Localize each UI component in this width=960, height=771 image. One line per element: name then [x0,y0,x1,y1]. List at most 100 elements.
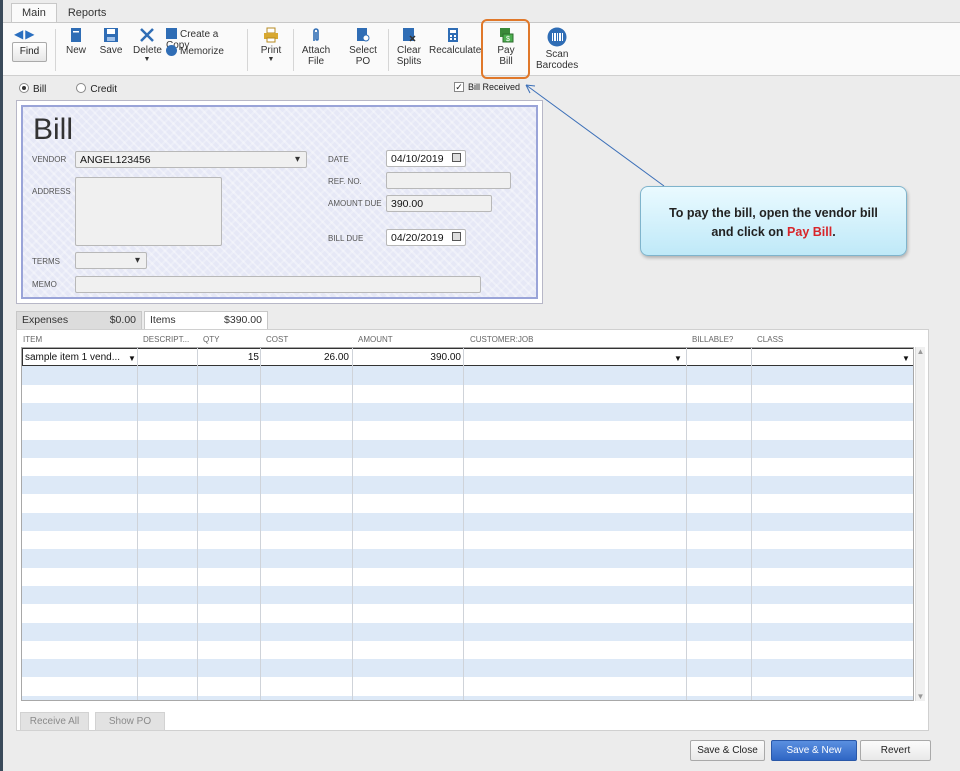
scroll-up-icon[interactable]: ▲ [916,347,925,356]
scan-barcodes-button[interactable]: Scan Barcodes [536,27,578,71]
col-cost[interactable]: COST [266,335,288,344]
col-amount[interactable]: AMOUNT [358,335,393,344]
items-grid-panel: ITEM DESCRIPT... QTY COST AMOUNT CUSTOME… [16,329,929,731]
table-row[interactable] [22,494,913,513]
tab-main[interactable]: Main [11,3,57,23]
pay-bill-button[interactable]: $ Pay Bill [493,27,519,67]
print-button[interactable]: Print ▼ [258,27,284,63]
bill-received-checkbox[interactable]: ✓ Bill Received [454,82,520,92]
memorize-button[interactable]: Memorize [166,45,236,57]
clear-splits-button[interactable]: Clear Splits [396,27,422,67]
calendar-icon[interactable] [452,153,461,162]
date-label: DATE [328,155,349,164]
ref-no-label: REF. NO. [328,177,362,186]
find-button[interactable]: Find [12,42,47,62]
table-row[interactable] [22,695,913,700]
recalculate-label: Recalculate [429,45,482,56]
table-row[interactable] [22,604,913,623]
table-row[interactable] [22,659,913,678]
bill-form-panel: Bill VENDOR ANGEL123456 ADDRESS TERMS ME… [21,105,538,299]
col-item[interactable]: ITEM [23,335,42,344]
col-description[interactable]: DESCRIPT... [143,335,189,344]
save-new-button[interactable]: Save & New [771,740,857,761]
tab-expenses[interactable]: Expenses $0.00 [16,311,142,329]
grid-scrollbar[interactable]: ▲ ▼ [915,347,925,701]
clear-label: Clear [397,45,421,56]
radio-credit-indicator[interactable] [76,83,87,93]
table-row[interactable] [22,366,913,385]
customer-job-dropdown-icon[interactable]: ▼ [674,354,682,363]
col-class[interactable]: CLASS [757,335,783,344]
svg-text:$: $ [506,36,510,43]
callout-text-c: . [832,225,836,239]
calendar-icon[interactable] [452,232,461,241]
vendor-dropdown[interactable]: ANGEL123456 [75,151,307,168]
bill-due-value: 04/20/2019 [391,232,444,244]
cell-amount[interactable]: 390.00 [355,352,461,363]
vendor-label: VENDOR [32,155,67,164]
radio-bill-indicator[interactable] [19,83,29,93]
table-row[interactable] [22,549,913,568]
ref-no-field[interactable] [386,172,511,189]
save-close-button[interactable]: Save & Close [690,740,765,761]
show-po-button[interactable]: Show PO [95,712,165,731]
table-row[interactable] [22,512,913,531]
toolbar-separator [55,29,56,71]
dropdown-arrow-icon: ▼ [143,56,151,63]
radio-credit[interactable]: Credit [76,83,117,95]
table-row[interactable] [22,585,913,605]
amount-due-field[interactable]: 390.00 [386,195,492,212]
prev-next-arrows-icon[interactable]: ◀▶ [14,27,36,41]
items-grid: sample item 1 vend... ▼ 15 26.00 390.00 … [21,347,914,701]
col-customer-job[interactable]: CUSTOMER:JOB [470,335,533,344]
delete-button[interactable]: Delete ▼ [133,27,162,63]
bill-title: Bill [33,113,74,146]
memo-field[interactable] [75,276,481,293]
item-dropdown-icon[interactable]: ▼ [128,354,136,363]
date-field[interactable]: 04/10/2019 [386,150,466,167]
attach-file-button[interactable]: Attach File [301,27,331,67]
table-row[interactable] [22,640,913,660]
table-row[interactable] [22,402,913,422]
col-qty[interactable]: QTY [203,335,219,344]
column-divider [197,348,198,700]
table-row[interactable] [22,457,913,477]
select-po-button[interactable]: Select PO [348,27,378,67]
pay-label: Pay [497,45,515,56]
detail-tabs: Expenses $0.00 Items $390.00 [16,311,268,329]
col-billable[interactable]: BILLABLE? [692,335,733,344]
delete-label: Delete [133,45,162,56]
bill-due-field[interactable]: 04/20/2019 [386,229,466,246]
column-divider [137,348,138,700]
checkbox-checked-icon[interactable]: ✓ [454,82,464,92]
file-label: File [307,56,325,67]
save-icon [104,28,118,42]
address-field[interactable] [75,177,222,246]
tab-reports[interactable]: Reports [57,3,118,23]
table-row[interactable] [22,622,913,641]
table-row[interactable] [22,439,913,458]
receive-all-button[interactable]: Receive All [20,712,89,731]
class-dropdown-icon[interactable]: ▼ [902,354,910,363]
scroll-down-icon[interactable]: ▼ [916,692,925,701]
table-row[interactable]: sample item 1 vend... ▼ 15 26.00 390.00 … [22,348,913,367]
terms-dropdown[interactable] [75,252,147,269]
print-label: Print [260,45,282,56]
table-row[interactable] [22,531,913,550]
recalculate-button[interactable]: Recalculate [429,27,481,56]
radio-bill[interactable]: Bill [19,83,46,95]
table-row[interactable] [22,421,913,440]
revert-button[interactable]: Revert [860,740,931,761]
save-button[interactable]: Save [99,27,123,56]
amount-due-label: AMOUNT DUE [328,199,382,208]
new-button[interactable]: New [65,27,87,56]
bill-form: Bill VENDOR ANGEL123456 ADDRESS TERMS ME… [16,100,543,304]
cell-cost[interactable]: 26.00 [263,352,349,363]
cell-item[interactable]: sample item 1 vend... [25,352,120,363]
table-row[interactable] [22,677,913,696]
table-row[interactable] [22,384,913,403]
table-row[interactable] [22,476,913,495]
tab-items[interactable]: Items $390.00 [144,311,268,329]
table-row[interactable] [22,567,913,586]
cell-qty[interactable]: 15 [199,352,259,363]
